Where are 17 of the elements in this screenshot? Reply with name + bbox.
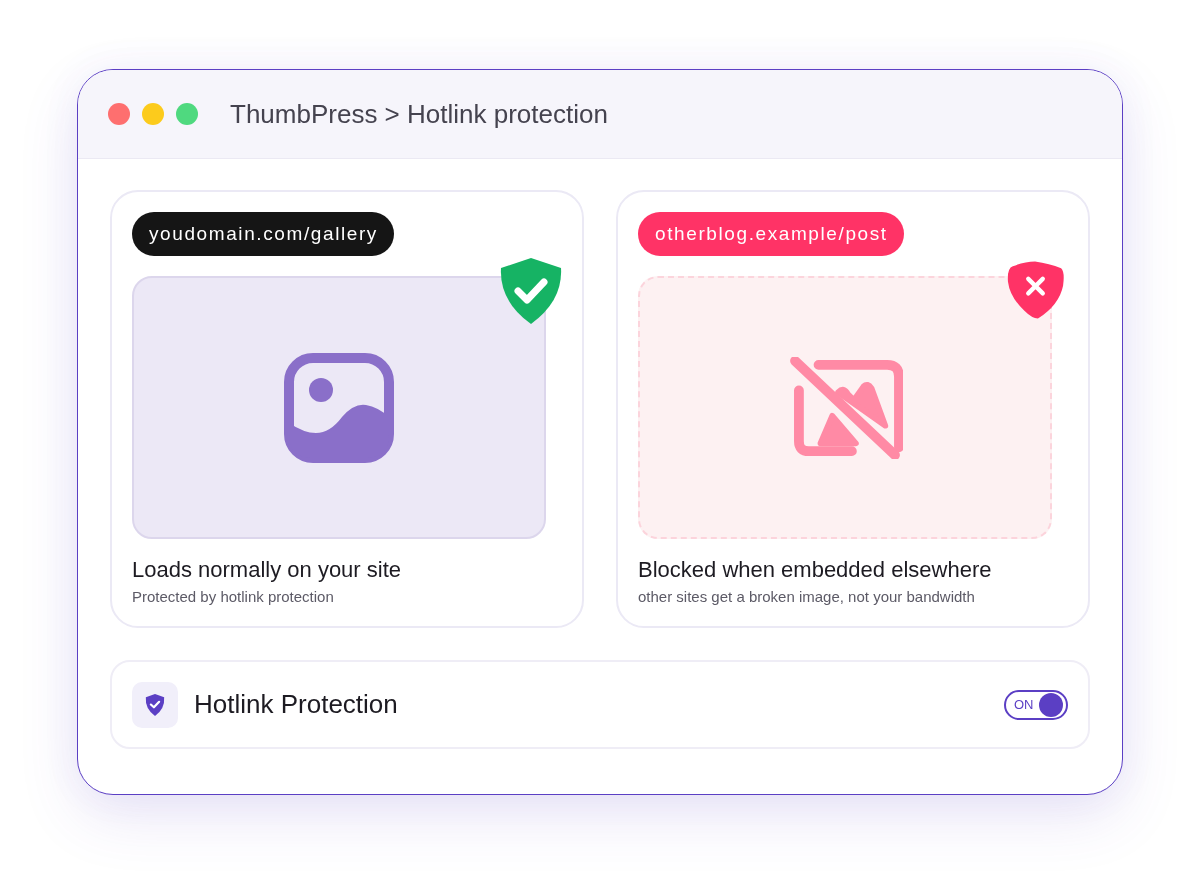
window-title: ThumbPress > Hotlink protection (230, 98, 608, 130)
toggle-switch[interactable]: ON (1004, 689, 1068, 720)
shield-check-icon (132, 681, 178, 728)
setting-label: Hotlink Protection (194, 689, 398, 720)
panel-note: other sites get a broken image, not your bandwidth (638, 587, 975, 607)
panel-caption: Blocked when embedded elsewhere (638, 556, 992, 584)
shield-x-icon (1007, 260, 1065, 320)
url-label: otherblog.example/post (638, 212, 904, 256)
panel-caption: Loads normally on your site (132, 556, 402, 584)
image-icon (284, 352, 394, 463)
crossed-image-icon (789, 356, 903, 459)
panel-note: Protected by hotlink protection (132, 587, 334, 607)
close-dot-icon[interactable] (108, 103, 130, 125)
minimize-dot-icon[interactable] (142, 103, 164, 125)
maximize-dot-icon[interactable] (176, 103, 198, 125)
shield-check-icon (499, 257, 563, 325)
url-label: youdomain.com/gallery (132, 212, 394, 256)
